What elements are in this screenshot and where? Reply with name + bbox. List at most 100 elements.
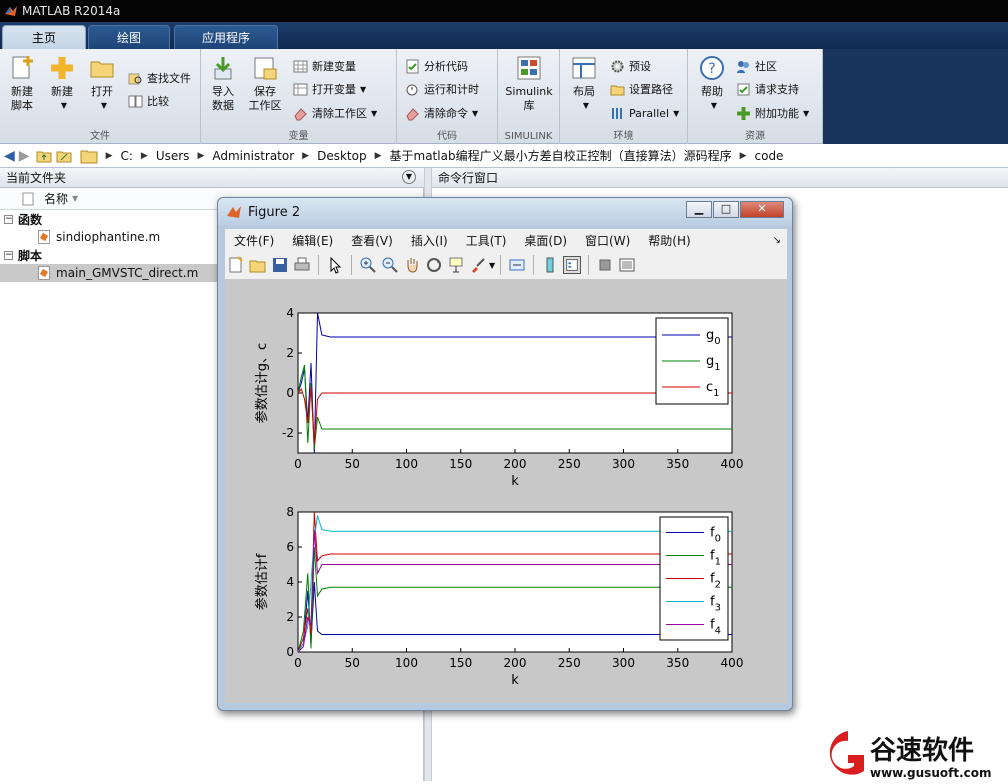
import-data-button[interactable]: 导入 数据 bbox=[203, 53, 243, 113]
hide-plot-tools-icon[interactable] bbox=[596, 256, 614, 274]
print-icon[interactable] bbox=[293, 256, 311, 274]
y-tick-label: 2 bbox=[286, 346, 294, 360]
open-file-icon[interactable] bbox=[249, 256, 267, 274]
pan-hand-icon[interactable] bbox=[403, 256, 421, 274]
preferences-button[interactable]: 预设 bbox=[610, 56, 651, 76]
back-arrow-icon[interactable]: ◀ bbox=[4, 148, 15, 164]
menu-tools[interactable]: 工具(T) bbox=[466, 232, 507, 249]
data-cursor-icon[interactable] bbox=[447, 256, 465, 274]
layout-button[interactable]: 布局 ▼ bbox=[564, 53, 604, 113]
panel-menu-icon[interactable]: ▼ bbox=[402, 170, 416, 184]
figure-title-bar[interactable]: Figure 2 ▁ □ ✕ bbox=[218, 198, 792, 226]
crumb-administrator[interactable]: Administrator bbox=[212, 149, 294, 163]
request-support-button[interactable]: 请求支持 bbox=[736, 79, 799, 99]
forward-arrow-icon[interactable]: ▶ bbox=[19, 148, 30, 164]
menu-edit[interactable]: 编辑(E) bbox=[292, 232, 333, 249]
menu-window[interactable]: 窗口(W) bbox=[585, 232, 630, 249]
menu-desktop[interactable]: 桌面(D) bbox=[524, 232, 567, 249]
open-variable-button[interactable]: 打开变量 ▼ bbox=[293, 79, 366, 99]
save-workspace-icon bbox=[252, 55, 278, 81]
new-variable-button[interactable]: 新建变量 bbox=[293, 56, 356, 76]
name-column-header[interactable]: 名称 bbox=[44, 190, 68, 207]
y-tick-label: -2 bbox=[282, 426, 294, 440]
simulink-group-label: SIMULINK bbox=[504, 131, 553, 142]
compare-button[interactable]: 比较 bbox=[128, 91, 169, 111]
x-tick-label: 50 bbox=[345, 656, 360, 670]
tab-apps[interactable]: 应用程序 bbox=[174, 25, 278, 49]
tab-plots[interactable]: 绘图 bbox=[88, 25, 170, 49]
environment-group: 布局 ▼ 预设 设置路径 Parallel ▼ 环境 bbox=[560, 49, 688, 144]
legend: f0f1f2f3f4 bbox=[659, 516, 729, 641]
clear-workspace-button[interactable]: 清除工作区 ▼ bbox=[293, 103, 377, 123]
show-plot-tools-icon[interactable] bbox=[618, 256, 636, 274]
analyze-code-button[interactable]: 分析代码 bbox=[405, 56, 468, 76]
menu-help[interactable]: 帮助(H) bbox=[648, 232, 690, 249]
add-ons-icon bbox=[737, 106, 750, 120]
current-folder-title: 当前文件夹 bbox=[6, 171, 67, 185]
x-tick-label: 300 bbox=[612, 457, 635, 471]
brush-icon[interactable] bbox=[469, 256, 487, 274]
zoom-out-icon[interactable] bbox=[381, 256, 399, 274]
x-tick-label: 200 bbox=[504, 457, 527, 471]
grid-icon bbox=[293, 60, 308, 72]
simulink-library-button[interactable]: Simulink 库 bbox=[504, 53, 554, 113]
app-title: MATLAB R2014a bbox=[22, 4, 121, 18]
crumb-desktop[interactable]: Desktop bbox=[317, 149, 367, 163]
menu-view[interactable]: 查看(V) bbox=[351, 232, 393, 249]
chart-2: 0 50 100 150 200 250 300 350 400 0 2 4 6 8 k 参数估计f f0f1f… bbox=[254, 505, 743, 688]
new-figure-icon[interactable] bbox=[227, 256, 245, 274]
run-and-time-button[interactable]: 运行和计时 bbox=[405, 79, 479, 99]
chart-1: 0 50 100 150 200 250 300 350 400 -2 0 2 4 k 参数估计g、c g0g… bbox=[254, 306, 743, 489]
save-workspace-button[interactable]: 保存 工作区 bbox=[245, 53, 285, 113]
figure-menu-bar: 文件(F) 编辑(E) 查看(V) 插入(I) 工具(T) 桌面(D) 窗口(W… bbox=[225, 229, 787, 251]
zoom-in-icon[interactable] bbox=[359, 256, 377, 274]
legend: g0g1c1 bbox=[655, 317, 729, 405]
crumb-project[interactable]: 基于matlab编程广义最小方差自校正控制（直接算法）源码程序 bbox=[390, 147, 732, 164]
support-icon bbox=[737, 83, 750, 95]
new-button[interactable]: 新建 ▼ bbox=[42, 53, 82, 113]
x-tick-label: 250 bbox=[558, 457, 581, 471]
pointer-icon[interactable] bbox=[326, 256, 344, 274]
tab-home[interactable]: 主页 bbox=[2, 25, 86, 49]
m-file-icon bbox=[38, 230, 50, 244]
link-icon[interactable] bbox=[508, 256, 526, 274]
collapse-icon[interactable]: − bbox=[4, 214, 13, 224]
community-button[interactable]: 社区 bbox=[736, 56, 777, 76]
x-tick-label: 100 bbox=[395, 457, 418, 471]
add-ons-button[interactable]: 附加功能 ▼ bbox=[736, 103, 809, 123]
help-button[interactable]: ? 帮助 ▼ bbox=[692, 53, 732, 113]
close-button[interactable]: ✕ bbox=[740, 201, 784, 218]
figure-toolbar: ▼ bbox=[225, 251, 787, 280]
crumb-code[interactable]: code bbox=[755, 149, 784, 163]
browse-folder-icon[interactable] bbox=[56, 149, 72, 163]
parallel-icon bbox=[612, 107, 622, 119]
clear-commands-button[interactable]: 清除命令 ▼ bbox=[405, 103, 478, 123]
minimize-button[interactable]: ▁ bbox=[686, 201, 712, 218]
up-folder-icon[interactable] bbox=[36, 149, 52, 163]
maximize-button[interactable]: □ bbox=[713, 201, 739, 218]
simulink-group: Simulink 库 SIMULINK bbox=[498, 49, 560, 144]
address-folder-icon bbox=[80, 150, 98, 163]
rotate-icon[interactable] bbox=[425, 256, 443, 274]
crumb-users[interactable]: Users bbox=[156, 149, 190, 163]
legend-subscript: 2 bbox=[715, 580, 721, 591]
crumb-drive[interactable]: C: bbox=[120, 149, 132, 163]
collapse-icon[interactable]: − bbox=[4, 250, 13, 260]
open-button[interactable]: 打开 ▼ bbox=[82, 53, 122, 113]
new-script-button[interactable]: 新建 脚本 bbox=[2, 53, 42, 113]
menu-insert[interactable]: 插入(I) bbox=[411, 232, 448, 249]
gear-icon bbox=[611, 60, 624, 72]
parallel-button[interactable]: Parallel ▼ bbox=[610, 103, 679, 123]
find-files-button[interactable]: 查找文件 bbox=[128, 68, 191, 88]
watermark-url: www.gusuoft.com bbox=[870, 766, 992, 780]
save-icon[interactable] bbox=[271, 256, 289, 274]
menu-file[interactable]: 文件(F) bbox=[234, 232, 274, 249]
svg-text:?: ? bbox=[708, 61, 715, 77]
set-path-button[interactable]: 设置路径 bbox=[610, 79, 673, 99]
import-icon bbox=[210, 55, 236, 81]
dock-arrow-icon[interactable]: ↘ bbox=[773, 235, 781, 246]
legend-icon[interactable] bbox=[563, 256, 582, 274]
colorbar-icon[interactable] bbox=[541, 256, 559, 274]
brush-dropdown-icon[interactable]: ▼ bbox=[489, 261, 495, 270]
y-tick-label: 0 bbox=[286, 645, 294, 659]
